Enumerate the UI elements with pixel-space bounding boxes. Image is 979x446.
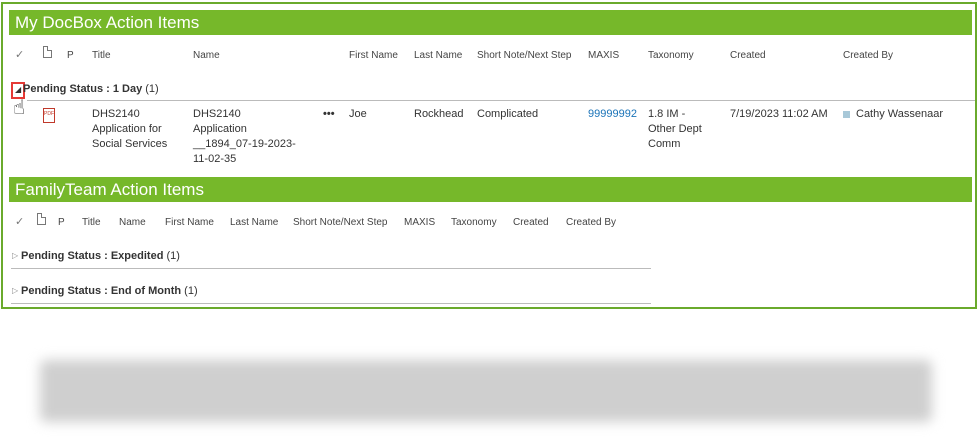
section-title-familyteam: FamilyTeam Action Items — [9, 177, 972, 202]
column-header-maxis[interactable]: MAXIS — [404, 217, 435, 228]
column-header-first-name[interactable]: First Name — [349, 50, 398, 61]
column-header-created-by[interactable]: Created By — [843, 50, 893, 61]
document-type-icon — [37, 213, 46, 225]
column-header-created[interactable]: Created — [730, 50, 766, 61]
select-all-check-icon[interactable]: ✓ — [15, 48, 24, 61]
row-title[interactable]: DHS2140 Application for Social Services — [92, 107, 187, 152]
group-divider — [11, 268, 651, 269]
expand-triangle-icon[interactable]: ▷ — [12, 251, 18, 260]
group-value: 1 Day — [112, 83, 143, 95]
column-header-p[interactable]: P — [58, 217, 65, 228]
column-header-title[interactable]: Title — [82, 217, 101, 228]
hand-cursor-icon: ☝ — [13, 97, 26, 119]
group-header-end-of-month[interactable]: Pending Status : End of Month (1) — [21, 285, 198, 297]
row-ellipsis-menu-icon[interactable]: ••• — [323, 107, 335, 122]
docbox-panel: My DocBox Action Items ✓ P Title Name Fi… — [1, 2, 977, 309]
select-all-check-icon[interactable]: ✓ — [15, 215, 24, 228]
row-maxis-link[interactable]: 99999992 — [588, 107, 637, 122]
row-first-name: Joe — [349, 108, 367, 120]
group-count: (1) — [145, 83, 159, 95]
collapse-triangle-icon: ◢ — [15, 85, 22, 94]
column-header-short-note[interactable]: Short Note/Next Step — [293, 217, 388, 228]
row-name[interactable]: DHS2140 Application __1894_07-19-2023- 1… — [193, 107, 313, 167]
expand-triangle-icon[interactable]: ▷ — [12, 286, 18, 295]
column-header-p[interactable]: P — [67, 50, 74, 61]
group-header-1-day[interactable]: Pending Status : 1 Day (1) — [23, 83, 159, 95]
row-last-name: Rockhead — [414, 108, 464, 120]
row-short-note: Complicated — [477, 108, 539, 120]
column-header-last-name[interactable]: Last Name — [414, 50, 462, 61]
document-type-icon — [43, 46, 52, 58]
column-header-created[interactable]: Created — [513, 217, 549, 228]
group-divider — [11, 303, 651, 304]
column-header-short-note[interactable]: Short Note/Next Step — [477, 50, 572, 61]
row-taxonomy: 1.8 IM - Other Dept Comm — [648, 108, 702, 150]
column-header-taxonomy[interactable]: Taxonomy — [648, 50, 694, 61]
column-header-maxis[interactable]: MAXIS — [588, 50, 619, 61]
column-header-last-name[interactable]: Last Name — [230, 217, 278, 228]
column-header-created-by[interactable]: Created By — [566, 217, 616, 228]
row-created: 7/19/2023 11:02 AM — [730, 108, 828, 120]
column-header-name[interactable]: Name — [193, 50, 220, 61]
blurred-shadow-region — [40, 360, 932, 422]
column-header-taxonomy[interactable]: Taxonomy — [451, 217, 497, 228]
pdf-file-icon[interactable]: PDF — [43, 108, 55, 123]
column-header-first-name[interactable]: First Name — [165, 217, 214, 228]
column-header-name[interactable]: Name — [119, 217, 146, 228]
row-created-by[interactable]: Cathy Wassenaar — [843, 107, 943, 122]
group-header-expedited[interactable]: Pending Status : Expedited (1) — [21, 250, 180, 262]
presence-indicator-icon — [843, 110, 850, 118]
group-label: Pending Status — [23, 83, 104, 95]
column-header-title[interactable]: Title — [92, 50, 111, 61]
section-title-my-docbox: My DocBox Action Items — [9, 10, 972, 35]
group-divider — [27, 100, 975, 101]
